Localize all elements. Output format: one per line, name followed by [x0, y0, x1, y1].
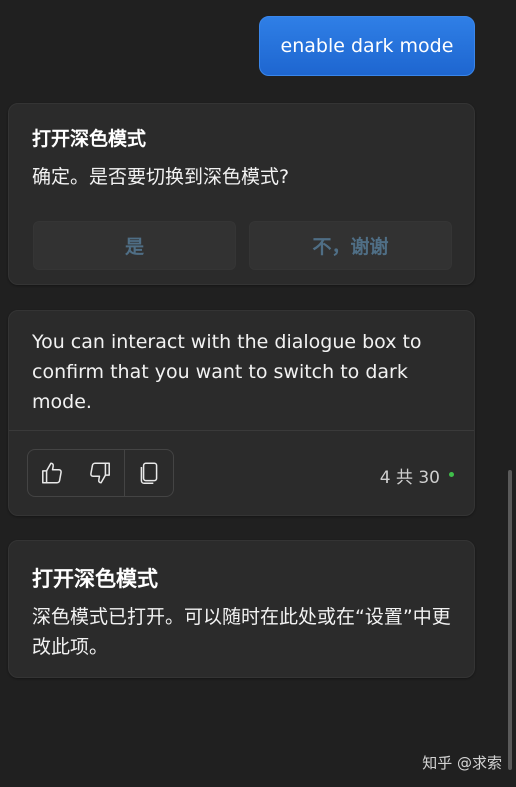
status-dot-icon: [449, 472, 454, 477]
result-body: 深色模式已打开。可以随时在此处或在“设置”中更改此项。: [32, 606, 451, 658]
user-message-text: enable dark mode: [280, 35, 454, 57]
copy-icon: [140, 462, 158, 485]
thumbs-up-button[interactable]: [28, 450, 76, 496]
thumbs-down-button[interactable]: [76, 450, 124, 496]
dark-mode-result-card: 打开深色模式 深色模式已打开。可以随时在此处或在“设置”中更改此项。: [8, 540, 475, 678]
user-message-bubble: enable dark mode: [259, 16, 475, 76]
feedback-toolbar: [27, 449, 174, 497]
assistant-message-card: You can interact with the dialogue box t…: [8, 310, 475, 516]
chat-page: enable dark mode 打开深色模式 确定。是否要切换到深色模式? 是…: [0, 0, 516, 787]
assistant-message-text: You can interact with the dialogue box t…: [32, 331, 422, 413]
dialog-question: 确定。是否要切换到深色模式?: [32, 166, 290, 188]
dark-mode-dialog-card: 打开深色模式 确定。是否要切换到深色模式? 是 不，谢谢: [8, 103, 475, 285]
no-thanks-button[interactable]: 不，谢谢: [249, 221, 452, 270]
yes-button[interactable]: 是: [33, 221, 236, 270]
card-divider: [9, 430, 474, 431]
thumbs-down-icon: [90, 462, 110, 484]
dialog-title: 打开深色模式: [32, 128, 147, 150]
scrollbar-thumb[interactable]: [508, 470, 512, 770]
copy-button[interactable]: [125, 450, 173, 496]
thumbs-up-icon: [42, 462, 62, 484]
result-title: 打开深色模式: [32, 567, 158, 591]
watermark: 知乎 @求索: [422, 754, 502, 772]
response-counter: 4 共 30: [379, 468, 440, 488]
